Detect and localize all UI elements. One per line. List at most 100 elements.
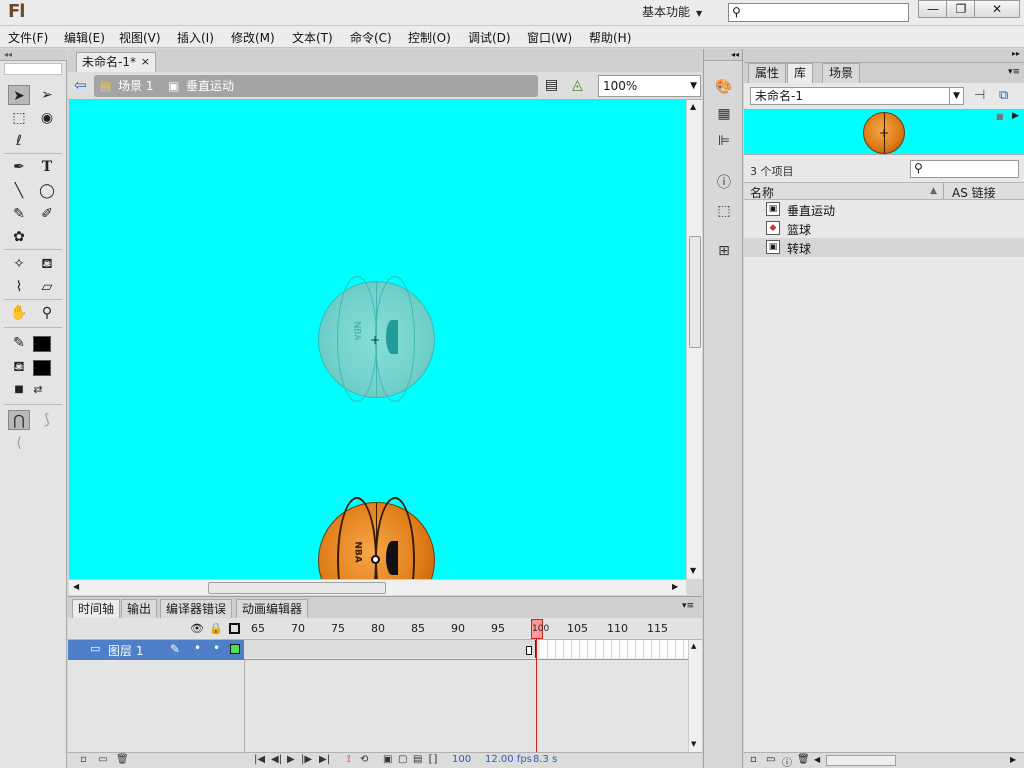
bone-tool-icon[interactable]: ✧ bbox=[8, 254, 30, 274]
zoom-tool-icon[interactable]: ⚲ bbox=[36, 303, 58, 323]
scrollbar-thumb[interactable] bbox=[826, 755, 896, 766]
frames-row[interactable] bbox=[244, 640, 688, 660]
empty-frames[interactable] bbox=[540, 640, 688, 658]
tab-motion-editor[interactable]: 动画编辑器 bbox=[236, 599, 309, 619]
breadcrumb-scene[interactable]: 场景 1 bbox=[118, 77, 153, 95]
basketball[interactable]: NBA bbox=[318, 497, 435, 579]
menu-help[interactable]: 帮助(H) bbox=[589, 29, 631, 46]
properties-icon[interactable]: ⓘ bbox=[782, 754, 792, 768]
new-folder-icon[interactable]: ▭ bbox=[766, 754, 775, 765]
delete-layer-icon[interactable]: 🗑 bbox=[116, 754, 129, 765]
tools-collapse-handle[interactable]: ◂◂ bbox=[0, 49, 67, 61]
menu-view[interactable]: 视图(V) bbox=[119, 29, 161, 46]
dock-collapse-handle[interactable]: ◂◂ bbox=[704, 49, 742, 61]
eyedropper-tool-icon[interactable]: ⌇ bbox=[8, 277, 30, 297]
tab-compiler-errors[interactable]: 编译器错误 bbox=[160, 599, 233, 619]
outline-icon[interactable] bbox=[229, 623, 240, 634]
tools-grip[interactable] bbox=[4, 63, 62, 75]
swatches-icon[interactable]: ▦ bbox=[713, 104, 735, 124]
free-transform-tool-icon[interactable]: ⬚ bbox=[8, 108, 30, 128]
scroll-down-icon[interactable]: ▼ bbox=[691, 740, 696, 748]
panel-menu-icon[interactable]: ▾≡ bbox=[1008, 67, 1020, 77]
pencil-tool-icon[interactable]: ✎ bbox=[8, 204, 30, 224]
new-library-panel-icon[interactable]: ⧉ bbox=[999, 88, 1008, 103]
stage[interactable]: NBA + NBA bbox=[69, 100, 686, 579]
swap-colors-icon[interactable]: ⇄ bbox=[27, 380, 49, 400]
workspace-switcher[interactable]: 基本功能 ▼ bbox=[636, 2, 714, 22]
frame-span[interactable] bbox=[244, 640, 536, 658]
edit-scene-icon[interactable]: ▤ bbox=[545, 77, 558, 93]
components-icon[interactable]: ⊞ bbox=[713, 241, 735, 261]
menu-modify[interactable]: 修改(M) bbox=[231, 29, 275, 46]
stage-vertical-scrollbar[interactable]: ▲ ▼ bbox=[686, 100, 702, 579]
onion-outline-icon[interactable]: ▢ bbox=[398, 754, 407, 765]
stage-horizontal-scrollbar[interactable]: ◀ ▶ bbox=[69, 579, 686, 595]
menu-debug[interactable]: 调试(D) bbox=[468, 29, 511, 46]
eraser-tool-icon[interactable]: ▱ bbox=[36, 277, 58, 297]
align-icon[interactable]: ⊫ bbox=[713, 131, 735, 151]
library-item[interactable]: ▣ 垂直运动 bbox=[744, 200, 1024, 219]
edit-multiple-icon[interactable]: ▤ bbox=[413, 754, 422, 765]
paint-bucket-tool-icon[interactable]: ⛾ bbox=[36, 254, 58, 274]
scroll-right-icon[interactable]: ▶ bbox=[1010, 755, 1016, 764]
preview-stop-icon[interactable]: ■ bbox=[996, 112, 1004, 121]
new-folder-icon[interactable]: ▭ bbox=[98, 754, 107, 765]
breadcrumb-symbol[interactable]: 垂直运动 bbox=[186, 77, 234, 95]
line-tool-icon[interactable]: ╲ bbox=[8, 181, 30, 201]
lasso-tool-icon[interactable]: ℓ bbox=[8, 131, 30, 151]
library-item[interactable]: ▣ 转球 bbox=[744, 238, 1024, 257]
onion-markers-icon[interactable]: ⟦⟧ bbox=[428, 754, 438, 765]
next-frame-icon[interactable]: |▶ bbox=[301, 754, 312, 765]
onion-skin-icon[interactable]: ▣ bbox=[383, 754, 392, 765]
scroll-right-icon[interactable]: ▶ bbox=[672, 582, 678, 591]
basketball-ghost[interactable]: NBA + bbox=[318, 276, 435, 402]
edit-symbols-icon[interactable]: ◬ bbox=[572, 77, 583, 93]
pin-library-icon[interactable]: ⊣ bbox=[974, 88, 985, 103]
document-tab[interactable]: 未命名-1* × bbox=[76, 52, 156, 72]
tab-output[interactable]: 输出 bbox=[121, 599, 158, 619]
last-frame-icon[interactable]: ▶| bbox=[319, 754, 330, 765]
layer-outline-color[interactable] bbox=[230, 644, 240, 654]
column-linkage[interactable]: AS 链接 bbox=[952, 184, 996, 201]
zoom-select[interactable]: 100% ▼ bbox=[598, 75, 701, 97]
scroll-up-icon[interactable]: ▲ bbox=[690, 102, 696, 111]
playhead[interactable]: 100 bbox=[531, 619, 549, 639]
column-name[interactable]: 名称 bbox=[750, 184, 774, 201]
scrollbar-thumb[interactable] bbox=[689, 236, 701, 348]
library-panel-header[interactable]: ▸▸ bbox=[744, 49, 1024, 63]
help-search-input[interactable]: ⚲ bbox=[728, 3, 909, 22]
straighten-icon[interactable]: ⟨ bbox=[8, 433, 30, 453]
delete-icon[interactable]: 🗑 bbox=[797, 754, 810, 765]
color-icon[interactable]: 🎨 bbox=[713, 77, 735, 97]
pen-tool-icon[interactable]: ✒ bbox=[8, 157, 30, 177]
eye-icon[interactable]: 👁 bbox=[190, 622, 204, 635]
frame-rate[interactable]: 12.00 fps bbox=[485, 754, 532, 765]
scroll-down-icon[interactable]: ▼ bbox=[690, 566, 696, 575]
tab-library[interactable]: 库 bbox=[787, 63, 814, 83]
deco-tool-icon[interactable]: ✿ bbox=[8, 227, 30, 247]
play-icon[interactable]: ▶ bbox=[287, 754, 295, 765]
menu-commands[interactable]: 命令(C) bbox=[350, 29, 392, 46]
new-symbol-icon[interactable]: ▫ bbox=[750, 754, 757, 765]
new-layer-icon[interactable]: ▫ bbox=[80, 754, 87, 765]
scrollbar-thumb[interactable] bbox=[208, 582, 386, 594]
tab-timeline[interactable]: 时间轴 bbox=[72, 599, 121, 619]
info-icon[interactable]: ⓘ bbox=[713, 173, 735, 193]
close-tab-icon[interactable]: × bbox=[141, 53, 150, 71]
menu-text[interactable]: 文本(T) bbox=[292, 29, 333, 46]
panel-menu-icon[interactable]: ▾≡ bbox=[682, 601, 694, 611]
transform-icon[interactable]: ⬚ bbox=[713, 201, 735, 221]
library-item[interactable]: ◆ 篮球 bbox=[744, 219, 1024, 238]
subselection-tool-icon[interactable]: ➢ bbox=[36, 85, 58, 105]
library-search-input[interactable]: ⚲ bbox=[910, 160, 1019, 178]
library-document-select[interactable]: 未命名-1 ▼ bbox=[750, 87, 964, 105]
menu-insert[interactable]: 插入(I) bbox=[177, 29, 214, 46]
sort-up-icon[interactable]: ▲ bbox=[930, 186, 937, 196]
snap-to-objects-icon[interactable]: ⋂ bbox=[8, 410, 30, 430]
expand-icon[interactable]: ▸▸ bbox=[1012, 49, 1020, 58]
tab-properties[interactable]: 属性 bbox=[748, 63, 787, 83]
center-frame-icon[interactable]: ⟟ bbox=[347, 754, 351, 765]
menu-edit[interactable]: 编辑(E) bbox=[64, 29, 105, 46]
menu-control[interactable]: 控制(O) bbox=[408, 29, 451, 46]
smooth-icon[interactable]: ⟆ bbox=[36, 410, 58, 430]
